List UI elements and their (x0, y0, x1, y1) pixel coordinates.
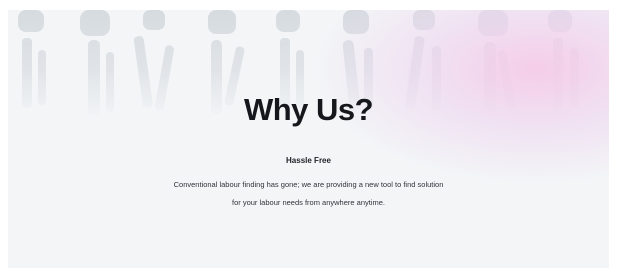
page: Why Us? Hassle Free Conventional labour … (0, 0, 617, 276)
feature-description: Conventional labour finding has gone; we… (8, 176, 609, 212)
feature-heading: Hassle Free (286, 156, 331, 165)
why-us-section: Why Us? Hassle Free Conventional labour … (8, 10, 609, 268)
section-title: Why Us? (243, 92, 374, 127)
description-line: for your labour needs from anywhere anyt… (232, 198, 385, 207)
description-line: Conventional labour finding has gone; we… (173, 180, 444, 189)
